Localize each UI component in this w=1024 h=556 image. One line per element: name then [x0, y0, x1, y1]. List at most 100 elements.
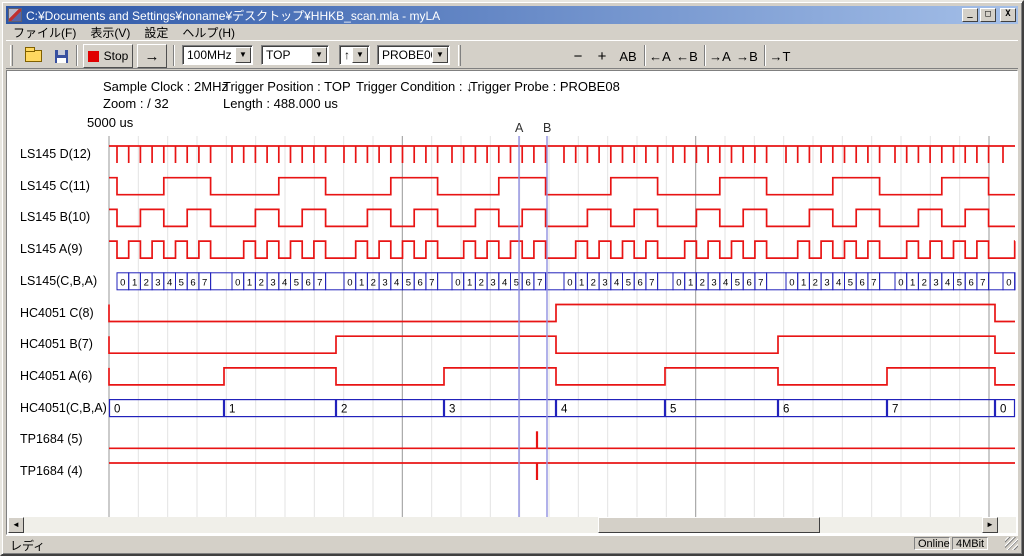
bus-cell	[337, 400, 444, 417]
bus-value: 1	[688, 277, 693, 288]
stop-icon	[88, 51, 99, 62]
horizontal-scrollbar[interactable]: ◄ ►	[8, 517, 1016, 533]
bus-cell	[888, 400, 995, 417]
bus-value: 6	[746, 277, 751, 288]
waveform-client-area: Sample Clock : 2MHz Trigger Position : T…	[6, 70, 1018, 535]
minimize-button[interactable]: _	[962, 8, 978, 22]
trigger-edge-combobox[interactable]: ↑ ▼	[339, 45, 370, 65]
channel-trace	[109, 368, 1015, 385]
bus-value: 7	[649, 277, 654, 288]
menu-file[interactable]: ファイル(F)	[6, 23, 83, 42]
bus-value: 0	[1006, 277, 1011, 288]
menu-help[interactable]: ヘルプ(H)	[175, 23, 242, 42]
bus-value: 0	[676, 277, 681, 288]
bus-cell	[989, 273, 1003, 290]
resize-grip-icon[interactable]	[1005, 537, 1018, 550]
bus-value: 6	[305, 277, 310, 288]
open-folder-icon	[25, 50, 42, 62]
menu-view[interactable]: 表示(V)	[83, 23, 137, 42]
bus-value: 2	[259, 277, 264, 288]
bus-value: 7	[980, 277, 985, 288]
memory-size-badge: 4MBit	[952, 537, 988, 550]
channel-trace	[109, 336, 1015, 353]
trigger-position-combobox[interactable]: TOP ▼	[261, 45, 329, 65]
bus-value: 5	[406, 277, 411, 288]
channel-trace	[109, 178, 1015, 195]
scrollbar-thumb[interactable]	[598, 517, 820, 533]
bus-value: 7	[537, 277, 542, 288]
bus-cell	[110, 400, 224, 417]
bus-cell	[225, 400, 336, 417]
toolbar-grip[interactable]	[458, 45, 461, 66]
toolbar-separator	[76, 45, 78, 66]
toolbar: Stop → 100MHz ▼ TOP ▼ ↑ ▼ PROBE00 ▼ − − …	[6, 40, 1018, 69]
menu-bar: ファイル(F) 表示(V) 設定 ヘルプ(H)	[6, 24, 1018, 40]
bus-value: 1	[910, 277, 915, 288]
bus-cell	[557, 400, 665, 417]
goto-cursor-a-right-button[interactable]: →A	[707, 44, 733, 68]
menu-settings[interactable]: 設定	[137, 23, 175, 42]
bus-value: 6	[417, 277, 422, 288]
scroll-left-button[interactable]: ◄	[8, 517, 24, 533]
sample-rate-combobox[interactable]: 100MHz ▼	[182, 45, 253, 65]
bus-value: 4	[167, 277, 172, 288]
title-bar: C:¥Documents and Settings¥noname¥デスクトップ¥…	[6, 6, 1018, 24]
bus-value: 4	[614, 277, 619, 288]
cursor-b-label: B	[543, 121, 551, 135]
goto-trigger-button[interactable]: →T	[767, 44, 793, 68]
bus-value: 3	[711, 277, 716, 288]
trigger-position-value: TOP	[262, 48, 311, 62]
status-ready-text: レディ	[10, 537, 45, 554]
probe-combobox[interactable]: PROBE00 ▼	[377, 45, 450, 65]
bus-rows: 0123456701234567012345670123456701234567…	[110, 273, 1016, 417]
zoom-out-button[interactable]: −	[568, 44, 588, 68]
bus-cell	[666, 400, 778, 417]
bus-value: 0	[114, 404, 120, 416]
chevron-down-icon[interactable]: ▼	[235, 47, 251, 63]
toolbar-separator	[704, 45, 706, 66]
stop-button[interactable]: Stop	[83, 44, 133, 68]
bus-value: 4	[945, 277, 950, 288]
bus-value: 3	[602, 277, 607, 288]
bus-value: 5	[957, 277, 962, 288]
bus-value: 5	[294, 277, 299, 288]
chevron-down-icon[interactable]: ▼	[311, 47, 327, 63]
waveform-plot[interactable]: 0123456701234567012345670123456701234567…	[7, 71, 1018, 535]
bus-value: 3	[155, 277, 160, 288]
bus-value: 2	[813, 277, 818, 288]
bus-cell	[658, 273, 673, 290]
bus-value: 5	[670, 404, 676, 416]
bus-cell	[438, 273, 452, 290]
online-status-badge: Online	[914, 537, 950, 550]
goto-cursor-a-left-button[interactable]: ←A	[647, 44, 673, 68]
bus-cell	[767, 273, 786, 290]
channel-trace	[109, 209, 1015, 226]
chevron-down-icon[interactable]: ▼	[352, 47, 368, 63]
ab-cursors-button[interactable]: AB	[615, 44, 641, 68]
bus-value: 3	[490, 277, 495, 288]
trigger-edge-value: ↑	[340, 48, 352, 62]
bus-value: 2	[922, 277, 927, 288]
bus-value: 3	[270, 277, 275, 288]
maximize-button[interactable]: □	[980, 8, 996, 22]
save-button[interactable]	[50, 44, 72, 68]
run-button[interactable]: →	[137, 44, 167, 68]
goto-cursor-b-right-button[interactable]: →B	[734, 44, 760, 68]
app-icon	[8, 8, 22, 22]
chevron-down-icon[interactable]: ▼	[432, 47, 448, 63]
bus-cell	[546, 273, 564, 290]
bus-value: 1	[359, 277, 364, 288]
bus-value: 7	[871, 277, 876, 288]
toolbar-separator	[644, 45, 646, 66]
goto-cursor-b-left-button[interactable]: ←B	[674, 44, 700, 68]
close-button[interactable]: X	[1000, 8, 1016, 22]
toolbar-grip[interactable]	[10, 45, 13, 66]
bus-value: 0	[567, 277, 572, 288]
zoom-in-button[interactable]: +	[592, 44, 612, 68]
bus-value: 2	[700, 277, 705, 288]
scroll-right-button[interactable]: ►	[982, 517, 998, 533]
open-button[interactable]	[20, 44, 46, 68]
toolbar-separator	[764, 45, 766, 66]
bus-cell	[779, 400, 887, 417]
bus-value: 4	[394, 277, 399, 288]
